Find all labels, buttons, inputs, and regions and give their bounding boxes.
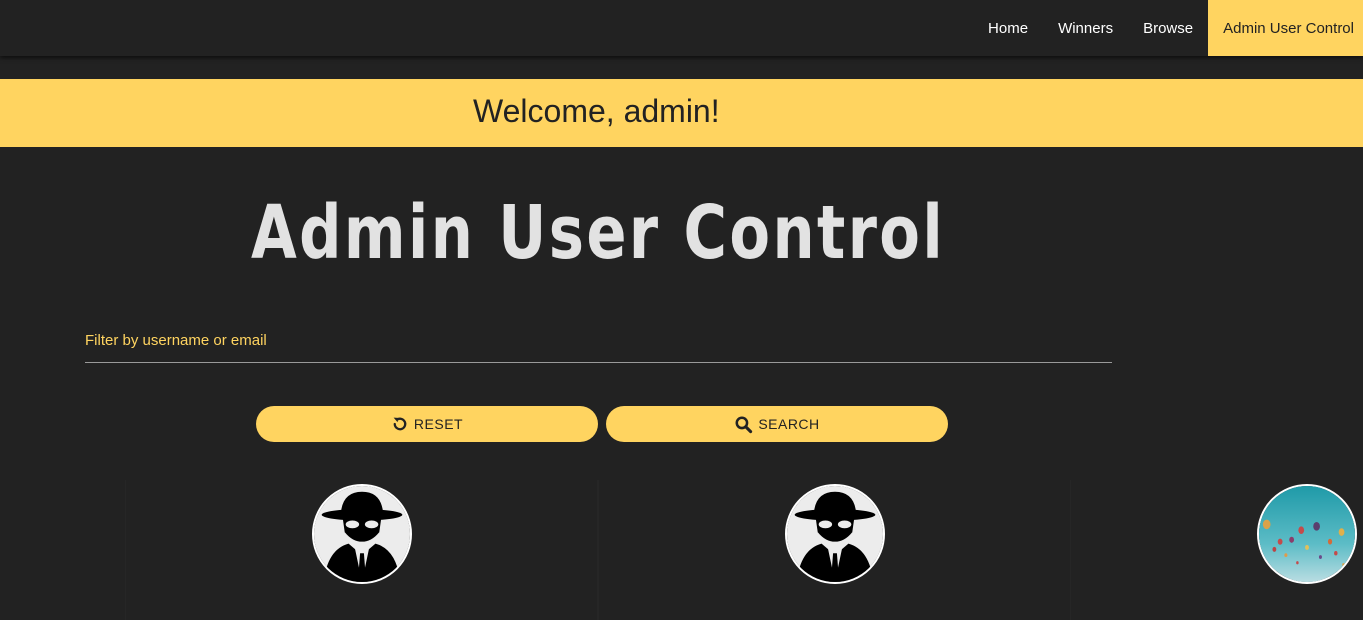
- nav-winners-link[interactable]: Winners: [1043, 0, 1128, 56]
- filter-input[interactable]: [85, 354, 1112, 363]
- spy-icon: [314, 486, 410, 582]
- user-avatar: [785, 484, 885, 584]
- profile-avatar[interactable]: [1257, 484, 1357, 584]
- search-button-label: SEARCH: [758, 416, 820, 432]
- welcome-banner: Welcome, admin!: [0, 79, 1363, 147]
- search-button[interactable]: SEARCH: [606, 406, 948, 442]
- filter-label: Filter by username or email: [85, 332, 267, 349]
- hot-air-balloons-image: [1259, 486, 1355, 582]
- nav-admin-user-control-link[interactable]: Admin User Control: [1208, 0, 1363, 56]
- nav-links: Home Winners Browse Admin User Control: [973, 0, 1363, 56]
- nav-browse-link[interactable]: Browse: [1128, 0, 1208, 56]
- welcome-message: Welcome, admin!: [473, 93, 720, 129]
- user-avatar: [312, 484, 412, 584]
- page-title: Admin User Control: [250, 190, 946, 276]
- reset-icon: [393, 417, 407, 431]
- reset-button[interactable]: RESET: [256, 406, 598, 442]
- nav-home-link[interactable]: Home: [973, 0, 1043, 56]
- top-navbar: Home Winners Browse Admin User Control: [0, 0, 1363, 56]
- reset-button-label: RESET: [413, 416, 464, 432]
- search-icon: [735, 416, 753, 433]
- spy-icon: [787, 486, 883, 582]
